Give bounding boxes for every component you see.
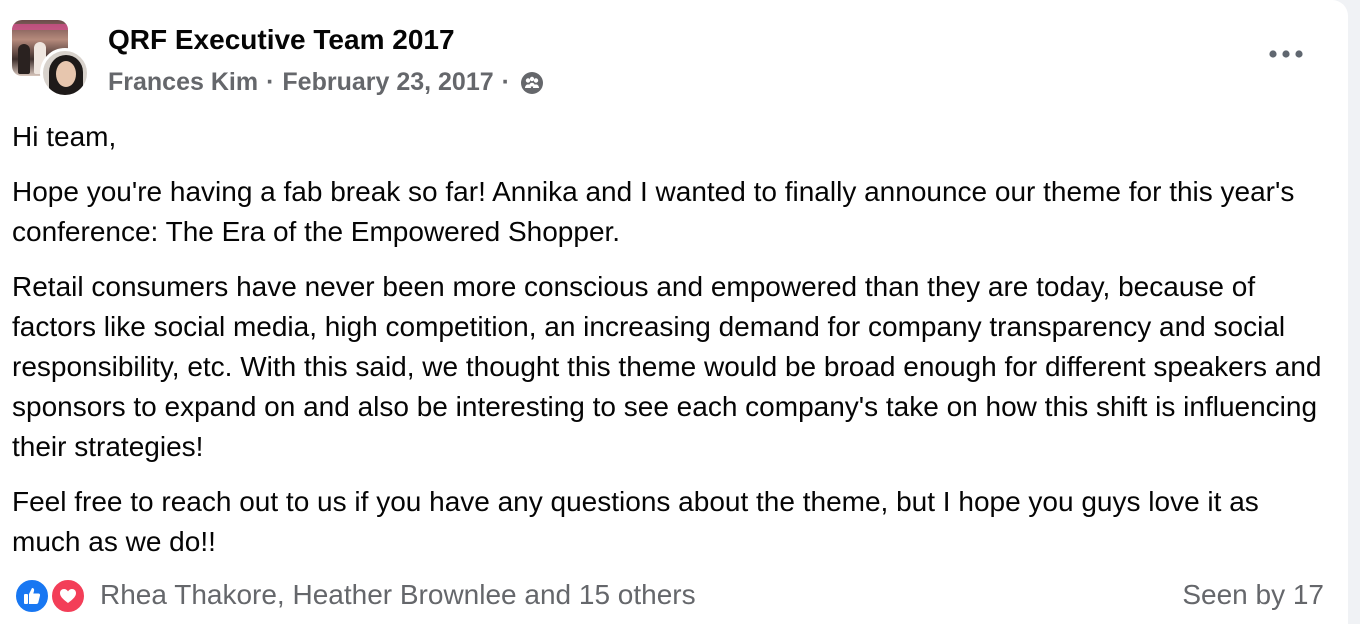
reaction-summary[interactable] xyxy=(14,576,94,614)
post-footer: Rhea Thakore, Heather Brownlee and 15 ot… xyxy=(14,576,1326,616)
members-icon[interactable] xyxy=(520,71,544,95)
group-name-link[interactable]: QRF Executive Team 2017 xyxy=(108,24,455,56)
post-paragraph: Retail consumers have never been more co… xyxy=(12,271,1322,462)
post-meta: Frances Kim · February 23, 2017 · xyxy=(108,68,544,97)
heart-glyph xyxy=(60,589,76,603)
more-options-button[interactable] xyxy=(1266,38,1306,70)
post-body: Hi team, Hope you're having a fab break … xyxy=(12,117,1332,577)
more-horizontal-icon xyxy=(1269,50,1303,58)
author-avatar-face xyxy=(56,61,76,87)
author-avatar[interactable] xyxy=(40,48,90,98)
author-name-link[interactable]: Frances Kim xyxy=(108,68,258,97)
post-paragraph: Hi team, xyxy=(12,121,117,152)
post-date-link[interactable]: February 23, 2017 xyxy=(282,68,493,97)
seen-by-link[interactable]: Seen by 17 xyxy=(1182,579,1324,611)
love-icon xyxy=(50,578,86,614)
post-paragraph: Hope you're having a fab break so far! A… xyxy=(12,176,1295,247)
group-avatar-banner xyxy=(12,24,68,30)
post-paragraph: Feel free to reach out to us if you have… xyxy=(12,486,1259,557)
thumbs-up-glyph xyxy=(24,588,41,604)
post-card: QRF Executive Team 2017 Frances Kim · Fe… xyxy=(0,0,1348,624)
post-header: QRF Executive Team 2017 Frances Kim · Fe… xyxy=(10,16,1330,100)
post-avatars[interactable] xyxy=(10,18,92,100)
meta-separator: · xyxy=(266,68,275,96)
group-avatar-person xyxy=(18,44,30,74)
meta-separator: · xyxy=(501,68,510,96)
reactors-link[interactable]: Rhea Thakore, Heather Brownlee and 15 ot… xyxy=(100,579,696,611)
like-icon xyxy=(14,578,50,614)
